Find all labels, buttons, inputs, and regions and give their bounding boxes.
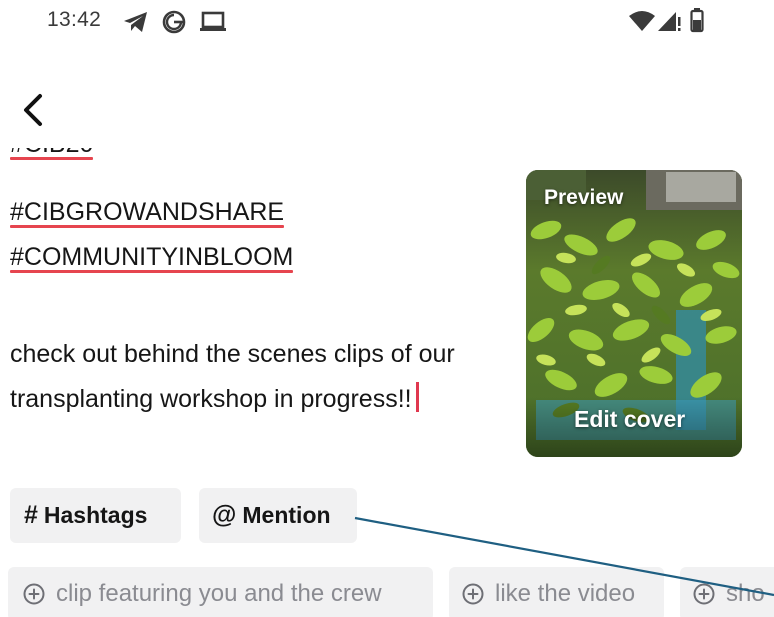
caption-text-field[interactable]: #CIB20 #CIBGROWANDSHARE #COMMUNITYINBLOO… bbox=[0, 148, 505, 468]
text-cursor bbox=[415, 382, 419, 412]
chevron-left-icon bbox=[24, 94, 42, 126]
wifi-icon bbox=[629, 11, 655, 31]
google-icon bbox=[162, 10, 186, 34]
hashtag-line: #CIB20 bbox=[10, 148, 94, 162]
plus-circle-icon bbox=[693, 583, 715, 605]
hashtag-cib20: #CIB20 bbox=[10, 148, 94, 162]
hashtags-label: Hashtags bbox=[43, 502, 148, 528]
status-time: 13:42 bbox=[47, 8, 102, 31]
hashtag-communityinbloom: #COMMUNITYINBLOOM bbox=[10, 239, 294, 275]
laptop-icon bbox=[200, 11, 226, 31]
caption-body-text: check out behind the scenes clips of our… bbox=[10, 340, 455, 413]
edit-cover-label[interactable]: Edit cover bbox=[574, 406, 685, 433]
suggestion-label: like the video bbox=[495, 580, 636, 607]
mention-label: Mention bbox=[242, 502, 331, 528]
battery-icon bbox=[690, 8, 704, 33]
back-button[interactable] bbox=[14, 88, 54, 132]
mention-button[interactable]: @ Mention bbox=[199, 488, 357, 543]
hashtags-button[interactable]: # Hashtags bbox=[10, 488, 181, 543]
suggestion-chip[interactable]: clip featuring you and the crew bbox=[8, 567, 433, 617]
hashtag-cibgrowandshare: #CIBGROWANDSHARE bbox=[10, 194, 285, 230]
suggestion-chip[interactable]: sho bbox=[680, 567, 774, 617]
preview-label: Preview bbox=[544, 186, 624, 209]
hashtag-icon: # bbox=[24, 501, 38, 529]
telegram-icon bbox=[124, 12, 147, 32]
plus-circle-icon bbox=[462, 583, 484, 605]
signal-icon bbox=[658, 12, 681, 31]
status-bar: 13:42 bbox=[0, 0, 774, 44]
suggestion-chip[interactable]: like the video bbox=[449, 567, 664, 617]
caption-body: check out behind the scenes clips of our… bbox=[10, 332, 500, 422]
video-cover-preview[interactable]: Preview Edit cover bbox=[526, 170, 742, 457]
suggestion-label: clip featuring you and the crew bbox=[56, 580, 382, 607]
hashtag-line: #CIBGROWANDSHARE bbox=[10, 194, 285, 230]
suggestion-label: sho bbox=[726, 580, 765, 607]
hashtag-line: #COMMUNITYINBLOOM bbox=[10, 239, 294, 275]
at-sign-icon: @ bbox=[212, 501, 237, 529]
plus-circle-icon bbox=[23, 583, 45, 605]
